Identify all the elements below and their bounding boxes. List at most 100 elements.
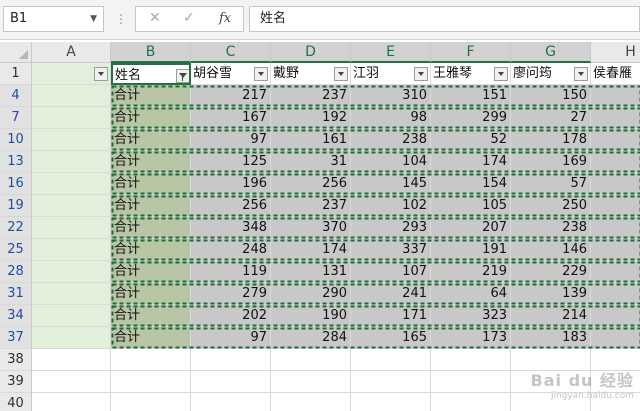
table-cell-label[interactable]: 合计 [111, 283, 191, 305]
table-cell-label[interactable]: 合计 [111, 173, 191, 195]
table-cell-value[interactable]: 219 [431, 261, 511, 283]
cell[interactable] [32, 173, 111, 195]
name-box[interactable]: B1 ▼ [3, 6, 104, 32]
table-cell-value[interactable]: 192 [271, 107, 351, 129]
row-header-37[interactable]: 37 [0, 327, 32, 349]
column-header-h[interactable]: H [591, 42, 640, 63]
cell[interactable] [32, 349, 111, 371]
cell[interactable] [591, 151, 640, 173]
table-header-cell[interactable] [32, 63, 111, 85]
table-cell-value[interactable]: 237 [271, 195, 351, 217]
table-cell-value[interactable]: 131 [271, 261, 351, 283]
table-cell-value[interactable]: 151 [431, 85, 511, 107]
table-cell-value[interactable]: 27 [511, 107, 591, 129]
table-cell-value[interactable]: 337 [351, 239, 431, 261]
cell[interactable] [32, 239, 111, 261]
cell[interactable] [191, 393, 271, 411]
row-header-31[interactable]: 31 [0, 283, 32, 305]
filter-active-icon[interactable] [176, 69, 189, 83]
cell[interactable] [591, 305, 640, 327]
cell[interactable] [591, 85, 640, 107]
table-cell-value[interactable]: 207 [431, 217, 511, 239]
table-cell-value[interactable]: 97 [191, 327, 271, 349]
table-cell-value[interactable]: 169 [511, 151, 591, 173]
row-header-40[interactable]: 40 [0, 393, 32, 411]
table-cell-value[interactable]: 107 [351, 261, 431, 283]
cell[interactable] [111, 393, 191, 411]
row-header-4[interactable]: 4 [0, 85, 32, 107]
column-header-e[interactable]: E [351, 42, 431, 63]
row-header-19[interactable]: 19 [0, 195, 32, 217]
cell[interactable] [591, 129, 640, 151]
table-cell-value[interactable]: 256 [191, 195, 271, 217]
table-cell-value[interactable]: 229 [511, 261, 591, 283]
cell[interactable] [32, 305, 111, 327]
table-cell-label[interactable]: 合计 [111, 129, 191, 151]
cell[interactable] [111, 371, 191, 393]
row-header-34[interactable]: 34 [0, 305, 32, 327]
table-cell-value[interactable]: 190 [271, 305, 351, 327]
table-cell-value[interactable]: 370 [271, 217, 351, 239]
table-cell-value[interactable]: 119 [191, 261, 271, 283]
cancel-x-icon[interactable]: ✕ [149, 10, 161, 26]
column-header-c[interactable]: C [191, 42, 271, 63]
table-cell-value[interactable]: 284 [271, 327, 351, 349]
table-cell-value[interactable]: 191 [431, 239, 511, 261]
table-header-cell[interactable]: 姓名 [111, 63, 191, 85]
table-cell-value[interactable]: 150 [511, 85, 591, 107]
cell[interactable] [431, 349, 511, 371]
table-cell-value[interactable]: 248 [191, 239, 271, 261]
row-header-10[interactable]: 10 [0, 129, 32, 151]
table-cell-value[interactable]: 183 [511, 327, 591, 349]
table-cell-value[interactable]: 97 [191, 129, 271, 151]
column-header-a[interactable]: A [32, 42, 111, 63]
row-header-28[interactable]: 28 [0, 261, 32, 283]
table-cell-label[interactable]: 合计 [111, 327, 191, 349]
cell[interactable] [271, 349, 351, 371]
cell[interactable] [351, 349, 431, 371]
column-header-d[interactable]: D [271, 42, 351, 63]
table-cell-value[interactable]: 250 [511, 195, 591, 217]
table-cell-label[interactable]: 合计 [111, 217, 191, 239]
table-cell-value[interactable]: 98 [351, 107, 431, 129]
filter-dropdown-icon[interactable] [414, 67, 428, 81]
table-cell-value[interactable]: 174 [271, 239, 351, 261]
cell[interactable] [431, 393, 511, 411]
table-cell-value[interactable]: 237 [271, 85, 351, 107]
table-cell-value[interactable]: 102 [351, 195, 431, 217]
table-header-cell[interactable]: 侯春雁 [591, 63, 640, 85]
filter-dropdown-icon[interactable] [94, 67, 108, 81]
table-header-cell[interactable]: 戴野 [271, 63, 351, 85]
filter-dropdown-icon[interactable] [574, 67, 588, 81]
table-cell-value[interactable]: 310 [351, 85, 431, 107]
row-header-16[interactable]: 16 [0, 173, 32, 195]
cell[interactable] [111, 349, 191, 371]
cell[interactable] [32, 195, 111, 217]
row-header-22[interactable]: 22 [0, 217, 32, 239]
table-cell-label[interactable]: 合计 [111, 239, 191, 261]
cell[interactable] [32, 217, 111, 239]
table-cell-value[interactable]: 238 [351, 129, 431, 151]
table-cell-value[interactable]: 105 [431, 195, 511, 217]
table-cell-value[interactable]: 238 [511, 217, 591, 239]
table-cell-value[interactable]: 154 [431, 173, 511, 195]
table-header-cell[interactable]: 廖问筠 [511, 63, 591, 85]
table-cell-value[interactable]: 178 [511, 129, 591, 151]
cell[interactable] [32, 151, 111, 173]
insert-function-icon[interactable]: fx [219, 11, 231, 26]
cell[interactable] [591, 261, 640, 283]
row-header-7[interactable]: 7 [0, 107, 32, 129]
table-cell-value[interactable]: 323 [431, 305, 511, 327]
name-box-dropdown-icon[interactable]: ▼ [90, 7, 97, 31]
table-cell-label[interactable]: 合计 [111, 261, 191, 283]
cell[interactable] [431, 371, 511, 393]
column-header-g[interactable]: G [511, 42, 591, 63]
cell[interactable] [32, 107, 111, 129]
table-cell-value[interactable]: 202 [191, 305, 271, 327]
table-cell-value[interactable]: 171 [351, 305, 431, 327]
table-cell-value[interactable]: 125 [191, 151, 271, 173]
table-cell-value[interactable]: 256 [271, 173, 351, 195]
table-cell-value[interactable]: 145 [351, 173, 431, 195]
formula-input[interactable]: 姓名 [249, 6, 640, 32]
table-header-cell[interactable]: 江羽 [351, 63, 431, 85]
